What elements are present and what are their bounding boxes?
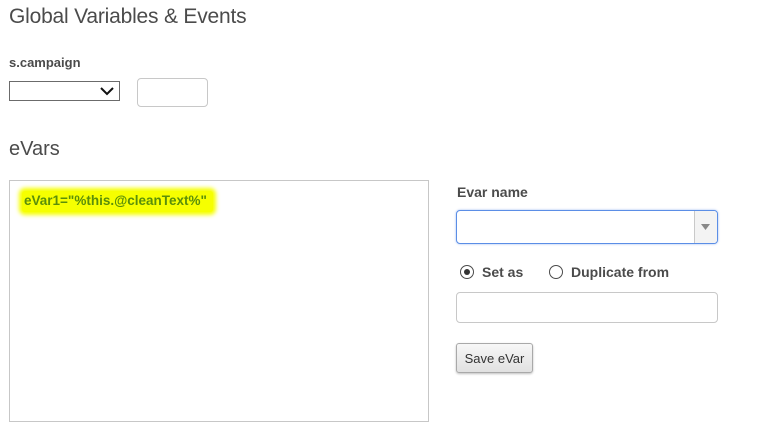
evars-textarea[interactable]: eVar1="%this.@cleanText%" [9, 180, 429, 422]
evars-title: eVars [9, 138, 60, 160]
global-variables-panel: Global Variables & Events s.campaign eVa… [0, 0, 760, 444]
triangle-down-icon [701, 224, 710, 230]
duplicate-from-input[interactable] [456, 292, 718, 323]
campaign-label: s.campaign [9, 55, 81, 70]
evar-entry: eVar1="%this.@cleanText%" [22, 191, 213, 212]
set-as-radio[interactable] [460, 265, 474, 279]
save-evar-button[interactable]: Save eVar [456, 343, 533, 373]
chevron-down-icon [100, 87, 114, 96]
evar-name-dropdown-button[interactable] [694, 211, 717, 243]
campaign-select[interactable] [9, 81, 120, 101]
page-title: Global Variables & Events [9, 5, 247, 28]
campaign-value-input[interactable] [137, 78, 208, 107]
evar-name-select[interactable] [456, 210, 718, 244]
set-as-label: Set as [482, 264, 524, 280]
duplicate-from-radio[interactable] [549, 265, 563, 279]
duplicate-from-label: Duplicate from [571, 264, 670, 280]
evar-name-label: Evar name [457, 184, 528, 200]
